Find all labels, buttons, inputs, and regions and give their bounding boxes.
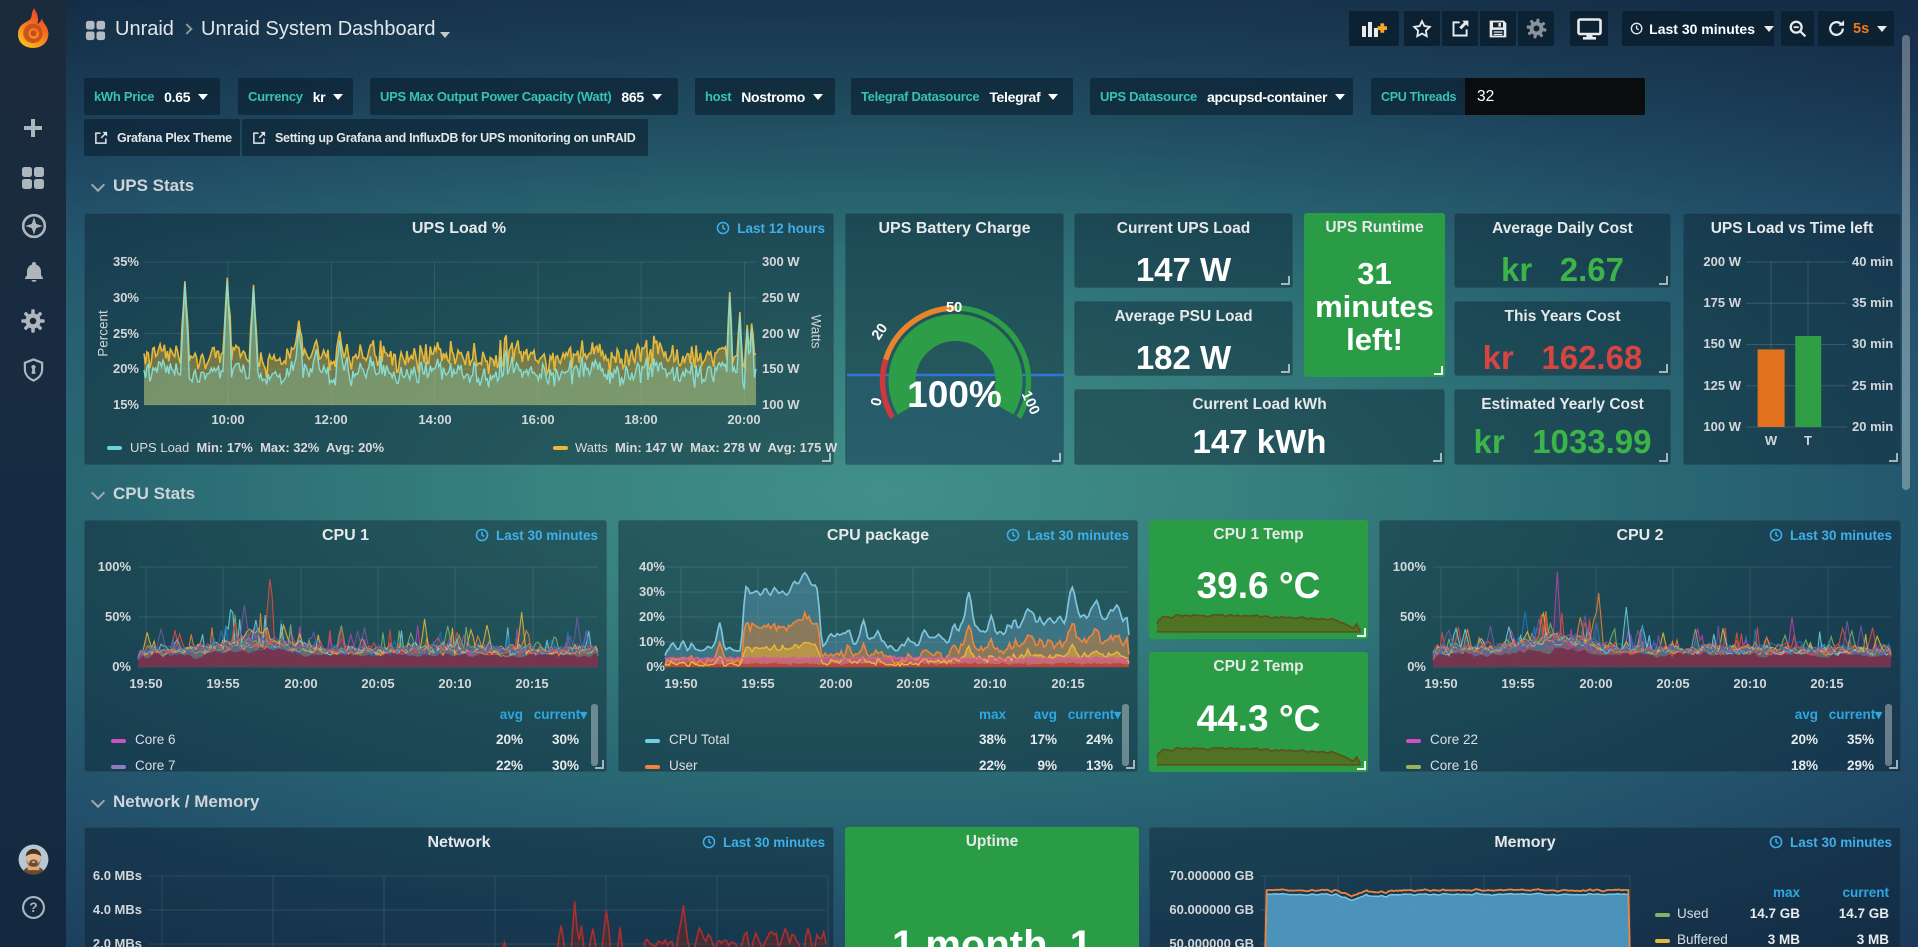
- svg-text:?: ?: [29, 900, 37, 915]
